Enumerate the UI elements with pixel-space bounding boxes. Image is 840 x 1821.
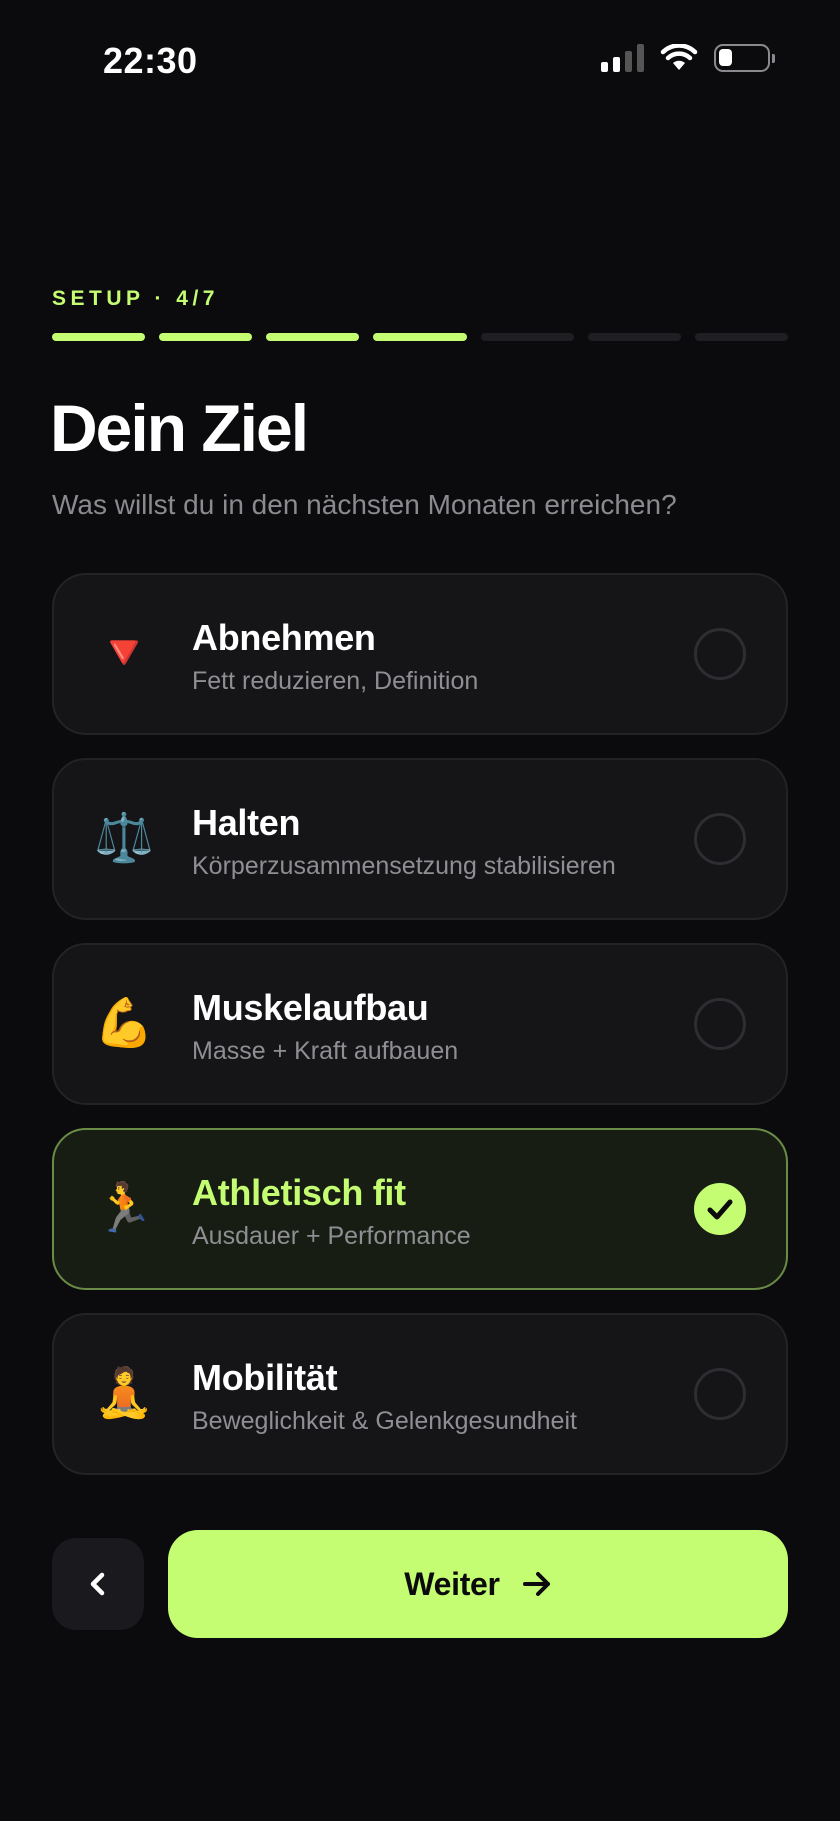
option-title: Abnehmen — [192, 617, 376, 658]
status-icons — [601, 44, 775, 72]
goal-option-mobilitaet[interactable]: 🧘 Mobilität Beweglichkeit & Gelenkgesund… — [52, 1313, 788, 1475]
progress-segment — [52, 333, 146, 341]
radio-button[interactable] — [694, 628, 746, 680]
back-button[interactable] — [52, 1538, 144, 1630]
goal-options-list: 🔻 Abnehmen Fett reduzieren, Definition ⚖… — [52, 573, 788, 1498]
progress-segment — [266, 333, 360, 341]
arrow-right-icon — [522, 1572, 550, 1596]
chevron-left-icon — [90, 1572, 105, 1596]
goal-option-muskelaufbau[interactable]: 💪 Muskelaufbau Masse + Kraft aufbauen — [52, 943, 788, 1105]
page-subtitle: Was willst du in den nächsten Monaten er… — [52, 489, 677, 520]
radio-button[interactable] — [694, 1368, 746, 1420]
progress-segment — [587, 333, 681, 341]
progress-segment — [373, 333, 467, 341]
radio-button[interactable] — [694, 813, 746, 865]
next-button[interactable]: Weiter — [168, 1530, 788, 1638]
balance-scale-icon: ⚖️ — [94, 812, 154, 865]
step-label: SETUP · 4/7 — [52, 287, 219, 310]
option-title: Halten — [192, 802, 301, 843]
progress-segment — [480, 333, 574, 341]
wifi-icon — [660, 44, 698, 70]
next-button-label: Weiter — [404, 1565, 500, 1602]
option-title: Muskelaufbau — [192, 987, 429, 1028]
flexed-biceps-icon: 💪 — [94, 997, 154, 1050]
option-subtitle: Ausdauer + Performance — [192, 1222, 471, 1250]
option-subtitle: Fett reduzieren, Definition — [192, 667, 479, 695]
progress-segment — [694, 333, 788, 341]
radio-button-checked[interactable] — [694, 1183, 746, 1235]
page-title: Dein Ziel — [50, 391, 309, 465]
goal-option-athletisch-fit[interactable]: 🏃 Athletisch fit Ausdauer + Performance — [52, 1128, 788, 1290]
status-bar: 22:30 — [0, 0, 840, 125]
option-title: Mobilität — [192, 1357, 338, 1398]
lotus-position-icon: 🧘 — [94, 1367, 154, 1420]
battery-icon — [714, 44, 775, 72]
goal-setup-screen: 22:30 SETUP · 4/7 Dein Ziel Was willst d… — [0, 0, 840, 1821]
runner-icon: 🏃 — [94, 1182, 154, 1235]
setup-progress-bar — [52, 333, 788, 341]
status-time: 22:30 — [103, 40, 198, 81]
radio-button[interactable] — [694, 998, 746, 1050]
option-subtitle: Körperzusammensetzung stabilisieren — [192, 852, 616, 880]
goal-option-halten[interactable]: ⚖️ Halten Körperzusammensetzung stabilis… — [52, 758, 788, 920]
red-triangle-down-icon: 🔻 — [94, 627, 154, 680]
goal-option-abnehmen[interactable]: 🔻 Abnehmen Fett reduzieren, Definition — [52, 573, 788, 735]
option-title: Athletisch fit — [192, 1172, 406, 1213]
option-subtitle: Masse + Kraft aufbauen — [192, 1037, 459, 1065]
signal-icon — [601, 44, 644, 72]
checkmark-icon — [707, 1199, 733, 1220]
progress-segment — [159, 333, 253, 341]
option-subtitle: Beweglichkeit & Gelenkgesundheit — [192, 1407, 577, 1435]
